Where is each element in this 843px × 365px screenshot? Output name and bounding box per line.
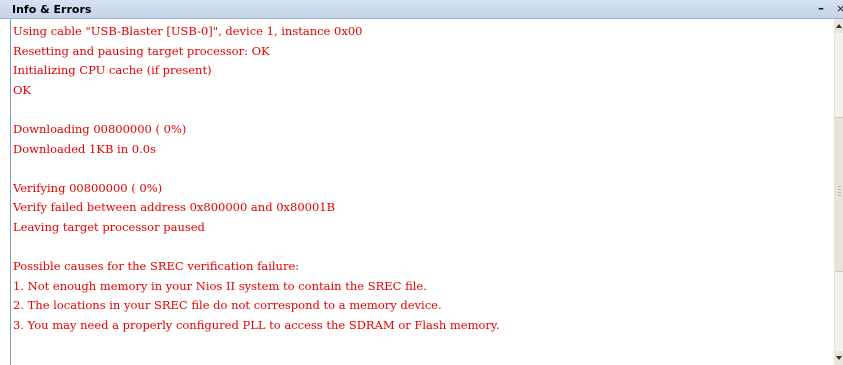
log-line: Verifying 00800000 ( 0%) — [13, 180, 163, 195]
log-line: Possible causes for the SREC verificatio… — [13, 259, 300, 274]
log-line: Resetting and pausing target processor: … — [13, 43, 270, 58]
log-line: Using cable "USB-Blaster [USB-0]", devic… — [13, 24, 363, 38]
log-line: Verify failed between address 0x800000 a… — [13, 200, 336, 215]
panel-title: Info & Errors — [12, 3, 92, 16]
panel-title-bar: Info & Errors – × — [0, 0, 843, 19]
log-line: 1. Not enough memory in your Nios II sys… — [13, 278, 427, 293]
info-errors-panel: Info & Errors – × Using cable "USB-Blast… — [0, 0, 843, 365]
log-line: Downloaded 1KB in 0.0s — [13, 141, 156, 156]
log-line: Leaving target processor paused — [13, 219, 205, 234]
scroll-thumb[interactable] — [835, 117, 843, 272]
log-output-area[interactable]: Using cable "USB-Blaster [USB-0]", devic… — [10, 19, 834, 365]
minimize-button[interactable]: – — [818, 0, 824, 16]
log-line: 2. The locations in your SREC file do no… — [13, 298, 442, 313]
scroll-down-arrow-icon[interactable] — [835, 351, 843, 365]
log-line: Downloading 00800000 ( 0%) — [13, 121, 187, 136]
close-button[interactable]: × — [836, 1, 843, 17]
thumb-grip-icon — [838, 186, 841, 198]
log-line: OK — [13, 82, 32, 97]
log-line-blank — [13, 159, 500, 179]
log-line: 3. You may need a properly configured PL… — [13, 317, 500, 332]
log-line: Initializing CPU cache (if present) — [13, 63, 212, 78]
vertical-scrollbar[interactable] — [834, 19, 843, 365]
log-lines: Using cable "USB-Blaster [USB-0]", devic… — [13, 22, 500, 336]
scroll-up-arrow-icon[interactable] — [835, 19, 843, 33]
log-line-blank — [13, 100, 500, 120]
log-line-blank — [13, 238, 500, 258]
